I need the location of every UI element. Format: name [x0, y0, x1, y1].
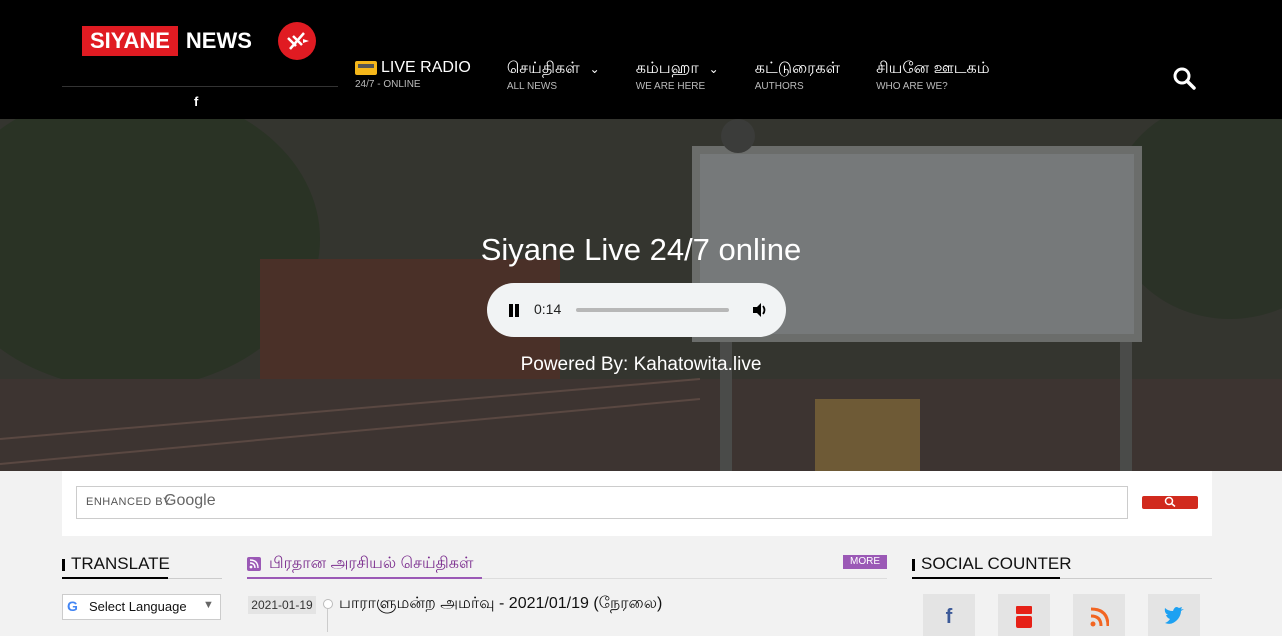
chevron-down-icon: ⌄	[589, 62, 600, 76]
social-counter-title-text: SOCIAL COUNTER	[921, 554, 1072, 573]
search-input[interactable]: ENHANCED BY Google	[76, 486, 1128, 519]
enhanced-by-label: ENHANCED BY	[86, 496, 171, 508]
timeline-line	[327, 609, 328, 632]
more-button[interactable]: MORE	[843, 555, 887, 569]
logo-siyane: SIYANE	[82, 26, 178, 56]
nav-about[interactable]: சியனே ஊடகம் WHO ARE WE?	[876, 59, 990, 92]
logo-news: NEWS	[177, 26, 260, 56]
audio-progress-track[interactable]	[576, 308, 729, 312]
search-icon	[1164, 496, 1176, 508]
search-icon[interactable]	[1172, 66, 1196, 90]
nav-label: கட்டுரைகள்	[754, 60, 841, 77]
search-button[interactable]	[1142, 496, 1198, 509]
hero-banner: Siyane Live 24/7 online 0:14 Powered By:…	[0, 119, 1282, 471]
news-section-title[interactable]: பிரதான அரசியல் செய்திகள்	[247, 554, 473, 574]
nav-label: செய்திகள்	[506, 60, 580, 77]
audio-time: 0:14	[534, 301, 562, 317]
language-select-label: Select Language	[89, 599, 187, 614]
news-divider-accent	[247, 577, 482, 579]
translate-title-text: TRANSLATE	[71, 554, 170, 573]
audio-player[interactable]: 0:14	[487, 283, 786, 337]
translate-divider-accent	[62, 577, 168, 579]
powered-by: Powered By: Kahatowita.live	[520, 354, 762, 375]
volume-icon[interactable]	[751, 301, 769, 324]
radio-icon	[355, 61, 377, 75]
nav-gampaha[interactable]: கம்பஹா ⌄ WE ARE HERE	[636, 59, 719, 92]
rss-icon	[247, 557, 261, 571]
nav-articles[interactable]: கட்டுரைகள் AUTHORS	[755, 59, 840, 92]
google-label: Google	[164, 492, 216, 509]
main-nav: LIVE RADIO 24/7 - ONLINE செய்திகள் ⌄ ALL …	[355, 59, 1026, 92]
nav-sublabel: WE ARE HERE	[635, 81, 706, 92]
nav-sublabel: 24/7 - ONLINE	[355, 79, 421, 90]
nav-sublabel: AUTHORS	[754, 81, 804, 92]
social-youtube[interactable]	[998, 594, 1050, 636]
news-section-title-text: பிரதான அரசியல் செய்திகள்	[269, 555, 474, 572]
translate-title: TRANSLATE	[62, 554, 170, 574]
youtube-icon	[1016, 606, 1032, 628]
language-select[interactable]: G Select Language ▼	[62, 594, 221, 620]
hero-title: Siyane Live 24/7 online	[480, 232, 802, 267]
social-facebook[interactable]: f	[923, 594, 975, 636]
social-divider-accent	[912, 577, 1060, 579]
social-rss[interactable]	[1073, 594, 1125, 636]
nav-sublabel: ALL NEWS	[506, 81, 558, 92]
facebook-icon: f	[945, 606, 953, 628]
nav-label: சியனே ஊடகம்	[876, 60, 990, 77]
nav-label: LIVE RADIO	[381, 59, 471, 76]
social-counter-title: SOCIAL COUNTER	[912, 554, 1072, 574]
social-twitter[interactable]	[1148, 594, 1200, 636]
broadcast-icon	[278, 22, 316, 60]
header-divider	[62, 86, 338, 87]
rss-icon	[1090, 607, 1109, 627]
chevron-down-icon: ▼	[203, 599, 214, 611]
nav-label: கம்பஹா	[635, 60, 699, 77]
nav-sublabel: WHO ARE WE?	[876, 81, 948, 92]
news-date: 2021-01-19	[248, 596, 316, 614]
timeline-dot	[323, 599, 333, 609]
site-header: SIYANE NEWS f LIVE RADIO 24/7 - ONLINE ச…	[0, 0, 1282, 119]
news-headline-link[interactable]: பாராளுமன்ற அமர்வு - 2021/01/19 (நேரலை)	[339, 594, 662, 614]
google-g-icon: G	[67, 598, 78, 614]
twitter-icon	[1164, 607, 1184, 624]
chevron-down-icon: ⌄	[708, 62, 719, 76]
facebook-icon[interactable]: f	[194, 94, 198, 109]
site-logo[interactable]: SIYANE NEWS	[82, 26, 260, 56]
nav-all-news[interactable]: செய்திகள் ⌄ ALL NEWS	[507, 59, 600, 92]
pause-icon[interactable]	[508, 304, 520, 317]
google-search-bar: ENHANCED BY Google	[62, 471, 1212, 536]
nav-live-radio[interactable]: LIVE RADIO 24/7 - ONLINE	[355, 59, 471, 92]
